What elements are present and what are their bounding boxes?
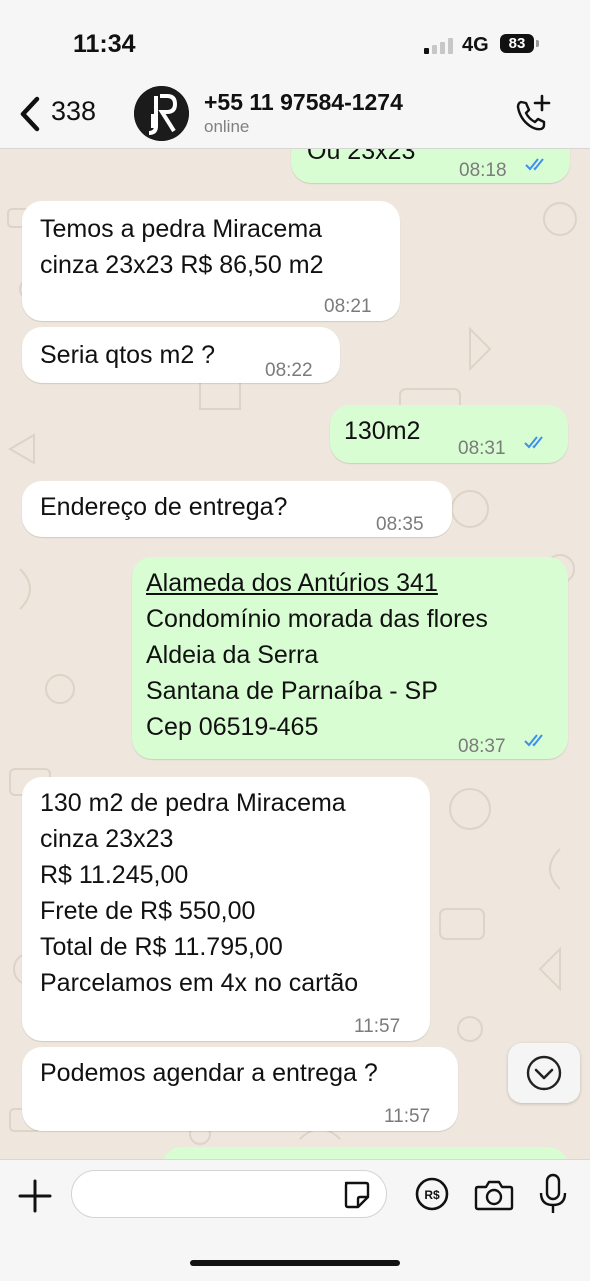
message-text: Santana de Parnaíba - SP (146, 677, 438, 705)
payment-icon[interactable]: R$ (414, 1176, 450, 1212)
status-time: 11:34 (73, 30, 136, 58)
avatar[interactable] (134, 86, 189, 141)
address-link[interactable]: Alameda dos Antúrios 341 (146, 565, 438, 601)
message-bubble-incoming[interactable]: Podemos agendar a entrega ? 11:57 (22, 1047, 458, 1131)
message-text: Aldeia da Serra (146, 641, 319, 669)
message-time: 08:37 (458, 736, 506, 757)
message-text: cinza 23x23 R$ 86,50 m2 (40, 251, 324, 279)
message-bubble-outgoing[interactable] (162, 1147, 568, 1159)
message-text: 130 m2 de pedra Miracema (40, 789, 346, 817)
message-time: 08:21 (324, 296, 372, 317)
message-bubble-outgoing[interactable]: Alameda dos Antúrios 341 Condomínio mora… (132, 557, 568, 759)
message-bubble-incoming[interactable]: Seria qtos m2 ? 08:22 (22, 327, 340, 383)
back-chevron-icon[interactable] (12, 94, 52, 134)
message-time: 08:22 (265, 360, 313, 381)
message-text: cinza 23x23 (40, 825, 174, 853)
chat-area[interactable]: Ou 23x23 08:18 Temos a pedra Miracema ci… (0, 149, 590, 1159)
message-time: 11:57 (384, 1106, 431, 1127)
message-time: 08:35 (376, 514, 424, 535)
message-time: 08:18 (459, 160, 507, 181)
message-bubble-incoming[interactable]: Temos a pedra Miracema cinza 23x23 R$ 86… (22, 201, 400, 321)
message-bubble-outgoing[interactable]: 130m2 08:31 (330, 405, 568, 463)
message-text: Podemos agendar a entrega ? (40, 1059, 378, 1087)
message-time: 08:31 (458, 438, 506, 459)
message-text: Endereço de entrega? (40, 493, 288, 521)
camera-icon[interactable] (474, 1178, 514, 1212)
message-bubble-incoming[interactable]: Endereço de entrega? 08:35 (22, 481, 452, 537)
scroll-down-button[interactable] (508, 1043, 580, 1103)
message-text: Parcelamos em 4x no cartão (40, 969, 359, 997)
scroll-down-icon (526, 1055, 562, 1091)
message-composer: R$ (0, 1159, 590, 1281)
message-text: R$ 11.245,00 (40, 861, 189, 889)
read-ticks-icon (524, 734, 543, 747)
message-text: Ou 23x23 (307, 149, 416, 165)
message-text: Frete de R$ 550,00 (40, 897, 256, 925)
message-bubble-incoming[interactable]: 130 m2 de pedra Miracema cinza 23x23 R$ … (22, 777, 430, 1041)
message-bubble-outgoing[interactable]: Ou 23x23 08:18 (291, 149, 570, 183)
read-ticks-icon (524, 436, 543, 449)
unread-count[interactable]: 338 (51, 96, 96, 127)
network-type: 4G (462, 34, 489, 56)
add-call-icon[interactable] (512, 94, 552, 134)
message-time: 11:57 (354, 1016, 401, 1037)
message-text: Cep 06519-465 (146, 713, 319, 741)
avatar-logo (134, 86, 189, 141)
message-text: Temos a pedra Miracema (40, 215, 323, 243)
read-ticks-icon (525, 158, 544, 171)
plus-icon[interactable] (16, 1177, 54, 1215)
microphone-icon[interactable] (538, 1173, 568, 1215)
signal-icon (424, 38, 456, 54)
message-text: Condomínio morada das flores (146, 605, 488, 633)
contact-name[interactable]: +55 11 97584-1274 (204, 89, 403, 116)
message-text: Total de R$ 11.795,00 (40, 933, 283, 961)
message-text: 130m2 (344, 417, 421, 445)
contact-status: online (204, 117, 250, 136)
message-text: Seria qtos m2 ? (40, 341, 216, 369)
sticker-icon[interactable] (340, 1179, 372, 1211)
svg-text:R$: R$ (424, 1188, 440, 1202)
status-bar: 11:34 4G 83 (0, 0, 590, 80)
home-indicator (190, 1260, 400, 1266)
battery-tip (536, 40, 539, 47)
chat-header: 338 +55 11 97584-1274 online (0, 80, 590, 149)
battery-icon: 83 (500, 34, 534, 53)
